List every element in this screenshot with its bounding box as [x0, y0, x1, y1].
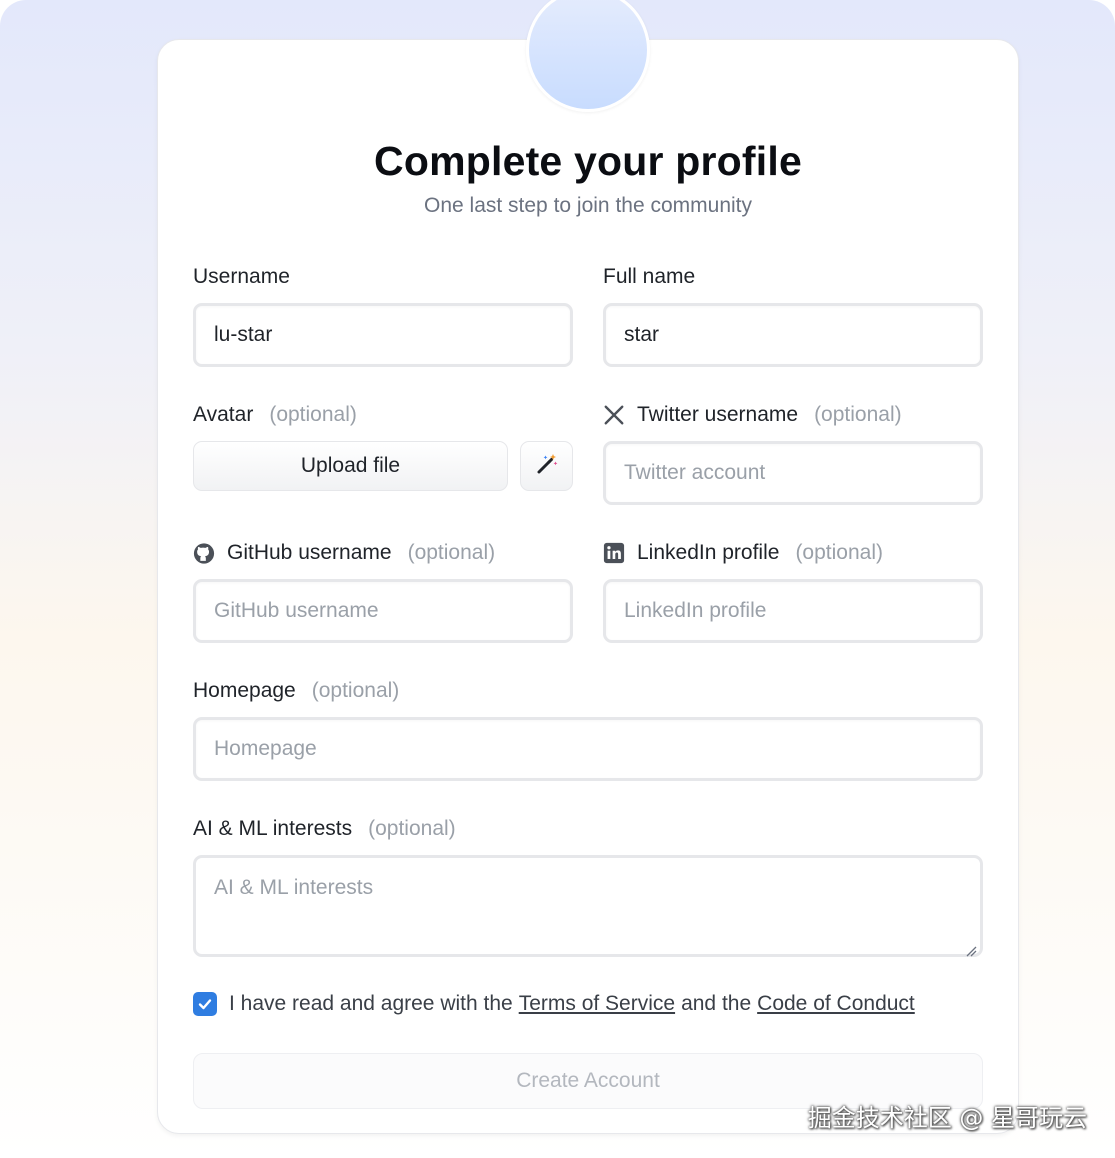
- homepage-input[interactable]: Homepage: [193, 717, 983, 781]
- twitter-label: Twitter username (optional): [603, 403, 902, 427]
- github-label: GitHub username (optional): [193, 541, 495, 565]
- interests-label: AI & ML interests (optional): [193, 817, 456, 840]
- magic-wand-icon: [535, 452, 559, 481]
- github-icon: [193, 542, 215, 564]
- homepage-label: Homepage (optional): [193, 679, 400, 702]
- linkedin-input[interactable]: LinkedIn profile: [603, 579, 983, 643]
- resize-handle-icon[interactable]: [965, 939, 977, 957]
- optional-tag: (optional): [795, 541, 883, 564]
- username-input[interactable]: lu-star: [193, 303, 573, 367]
- avatar-label: Avatar (optional): [193, 403, 357, 426]
- linkedin-label: LinkedIn profile (optional): [603, 541, 883, 565]
- generate-avatar-button[interactable]: [520, 441, 573, 491]
- interests-textarea[interactable]: AI & ML interests: [193, 855, 983, 957]
- linkedin-icon: [603, 542, 625, 564]
- optional-tag: (optional): [269, 403, 357, 426]
- terms-of-service-link[interactable]: Terms of Service: [519, 992, 675, 1016]
- github-input[interactable]: GitHub username: [193, 579, 573, 643]
- twitter-input[interactable]: Twitter account: [603, 441, 983, 505]
- fullname-input[interactable]: star: [603, 303, 983, 367]
- optional-tag: (optional): [814, 403, 902, 426]
- page-title: Complete your profile: [374, 138, 802, 184]
- agree-checkbox[interactable]: [193, 992, 217, 1016]
- username-label: Username: [193, 265, 290, 288]
- code-of-conduct-link[interactable]: Code of Conduct: [757, 992, 915, 1016]
- agreement-prefix: I have read and agree with the: [229, 992, 513, 1015]
- watermark: 掘金技术社区 @ 星哥玩云: [807, 1104, 1087, 1132]
- page-subtitle: One last step to join the community: [424, 194, 752, 217]
- fullname-label: Full name: [603, 265, 696, 288]
- optional-tag: (optional): [407, 541, 496, 564]
- agreement-middle: and the: [681, 992, 752, 1015]
- agreement-row: I have read and agree with the Terms of …: [193, 992, 921, 1016]
- x-logo-icon: [603, 404, 625, 426]
- optional-tag: (optional): [368, 817, 456, 840]
- upload-file-button[interactable]: Upload file: [193, 441, 508, 491]
- optional-tag: (optional): [311, 679, 400, 702]
- interests-placeholder: AI & ML interests: [214, 876, 374, 899]
